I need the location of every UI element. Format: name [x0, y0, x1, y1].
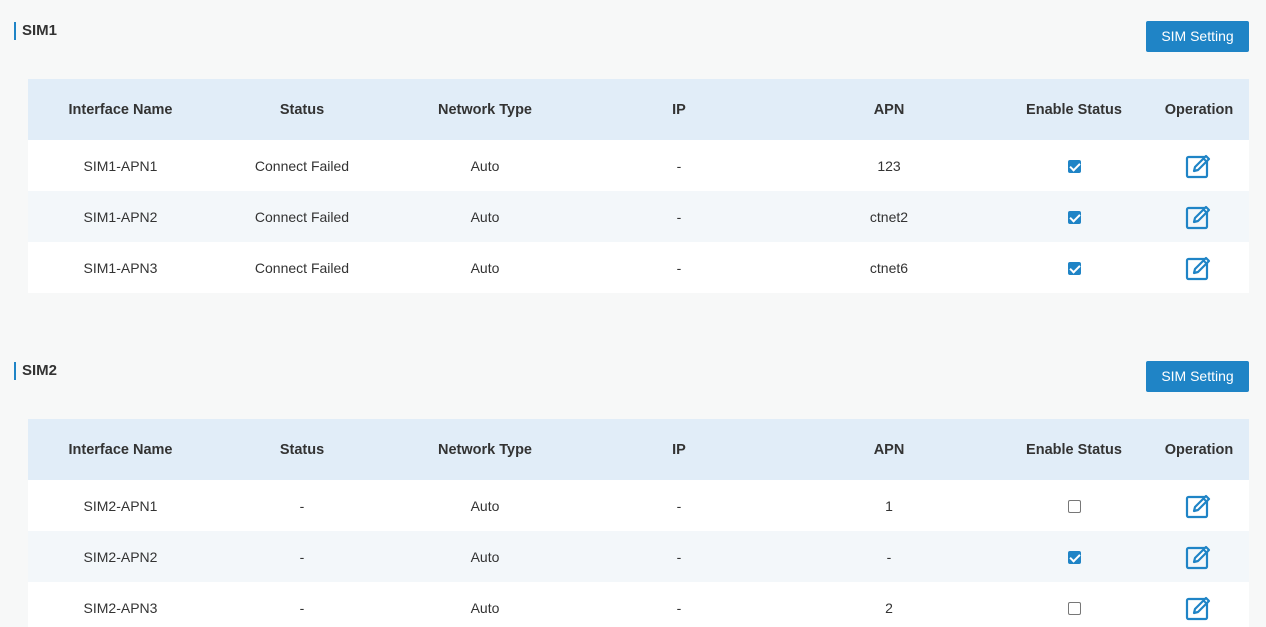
- enable-checkbox[interactable]: [1067, 262, 1081, 276]
- status-cell: -: [213, 480, 391, 531]
- operation-cell: [1149, 242, 1249, 293]
- operation-cell: [1149, 140, 1249, 191]
- edit-icon[interactable]: [1185, 492, 1213, 520]
- network-type-cell: Auto: [391, 480, 579, 531]
- edit-icon[interactable]: [1185, 203, 1213, 231]
- operation-cell: [1149, 582, 1249, 627]
- status-cell: -: [213, 531, 391, 582]
- apn-cell: ctnet6: [779, 242, 999, 293]
- table-header-row: Interface Name Status Network Type IP AP…: [28, 79, 1249, 140]
- col-header-ip: IP: [579, 419, 779, 480]
- enable-status-cell: [999, 582, 1149, 627]
- table-row: SIM1-APN1 Connect Failed Auto -123: [28, 140, 1249, 191]
- col-header-network-type: Network Type: [391, 79, 579, 140]
- col-header-status: Status: [213, 79, 391, 140]
- apn-cell: 2: [779, 582, 999, 627]
- status-cell: Connect Failed: [213, 191, 391, 242]
- status-cell: Connect Failed: [213, 242, 391, 293]
- col-header-status: Status: [213, 419, 391, 480]
- enable-status-cell: [999, 242, 1149, 293]
- table-row: SIM2-APN3- Auto -2: [28, 582, 1249, 627]
- sim1-setting-button[interactable]: SIM Setting: [1146, 21, 1249, 52]
- sim2-setting-button[interactable]: SIM Setting: [1146, 361, 1249, 392]
- ip-cell: -: [579, 531, 779, 582]
- operation-cell: [1149, 531, 1249, 582]
- col-header-apn: APN: [779, 419, 999, 480]
- operation-cell: [1149, 480, 1249, 531]
- ip-cell: -: [579, 140, 779, 191]
- col-header-ip: IP: [579, 79, 779, 140]
- table-row: SIM2-APN2- Auto - -: [28, 531, 1249, 582]
- interface-name-cell: SIM2-APN2: [28, 531, 213, 582]
- col-header-network-type: Network Type: [391, 419, 579, 480]
- col-header-interface-name: Interface Name: [28, 419, 213, 480]
- ip-cell: -: [579, 480, 779, 531]
- enable-checkbox[interactable]: [1067, 500, 1081, 514]
- apn-cell: 1: [779, 480, 999, 531]
- apn-cell: -: [779, 531, 999, 582]
- edit-icon[interactable]: [1185, 152, 1213, 180]
- interface-name-cell: SIM1-APN1: [28, 140, 213, 191]
- table-header-row: Interface Name Status Network Type IP AP…: [28, 419, 1249, 480]
- network-type-cell: Auto: [391, 242, 579, 293]
- network-type-cell: Auto: [391, 582, 579, 627]
- interface-name-cell: SIM1-APN2: [28, 191, 213, 242]
- sim1-interface-table: Interface Name Status Network Type IP AP…: [28, 79, 1249, 293]
- sim2-interface-table: Interface Name Status Network Type IP AP…: [28, 419, 1249, 627]
- edit-icon[interactable]: [1185, 543, 1213, 571]
- col-header-operation: Operation: [1149, 79, 1249, 140]
- status-cell: Connect Failed: [213, 140, 391, 191]
- enable-checkbox[interactable]: [1067, 551, 1081, 565]
- enable-checkbox[interactable]: [1067, 211, 1081, 225]
- col-header-interface-name: Interface Name: [28, 79, 213, 140]
- network-type-cell: Auto: [391, 140, 579, 191]
- interface-name-cell: SIM1-APN3: [28, 242, 213, 293]
- ip-cell: -: [579, 242, 779, 293]
- col-header-apn: APN: [779, 79, 999, 140]
- col-header-operation: Operation: [1149, 419, 1249, 480]
- interface-name-cell: SIM2-APN1: [28, 480, 213, 531]
- network-type-cell: Auto: [391, 191, 579, 242]
- section-title-sim1: SIM1: [14, 22, 57, 40]
- edit-icon[interactable]: [1185, 594, 1213, 622]
- enable-checkbox[interactable]: [1067, 160, 1081, 174]
- apn-cell: 123: [779, 140, 999, 191]
- col-header-enable-status: Enable Status: [999, 419, 1149, 480]
- status-cell: -: [213, 582, 391, 627]
- table-row: SIM1-APN3 Connect Failed Auto - ctnet6: [28, 242, 1249, 293]
- enable-checkbox[interactable]: [1067, 602, 1081, 616]
- col-header-enable-status: Enable Status: [999, 79, 1149, 140]
- table-row: SIM2-APN1- Auto -1: [28, 480, 1249, 531]
- enable-status-cell: [999, 140, 1149, 191]
- enable-status-cell: [999, 191, 1149, 242]
- ip-cell: -: [579, 191, 779, 242]
- operation-cell: [1149, 191, 1249, 242]
- enable-status-cell: [999, 531, 1149, 582]
- table-row: SIM1-APN2 Connect Failed Auto - ctnet2: [28, 191, 1249, 242]
- network-type-cell: Auto: [391, 531, 579, 582]
- edit-icon[interactable]: [1185, 254, 1213, 282]
- interface-name-cell: SIM2-APN3: [28, 582, 213, 627]
- enable-status-cell: [999, 480, 1149, 531]
- section-title-sim2: SIM2: [14, 362, 57, 380]
- ip-cell: -: [579, 582, 779, 627]
- apn-cell: ctnet2: [779, 191, 999, 242]
